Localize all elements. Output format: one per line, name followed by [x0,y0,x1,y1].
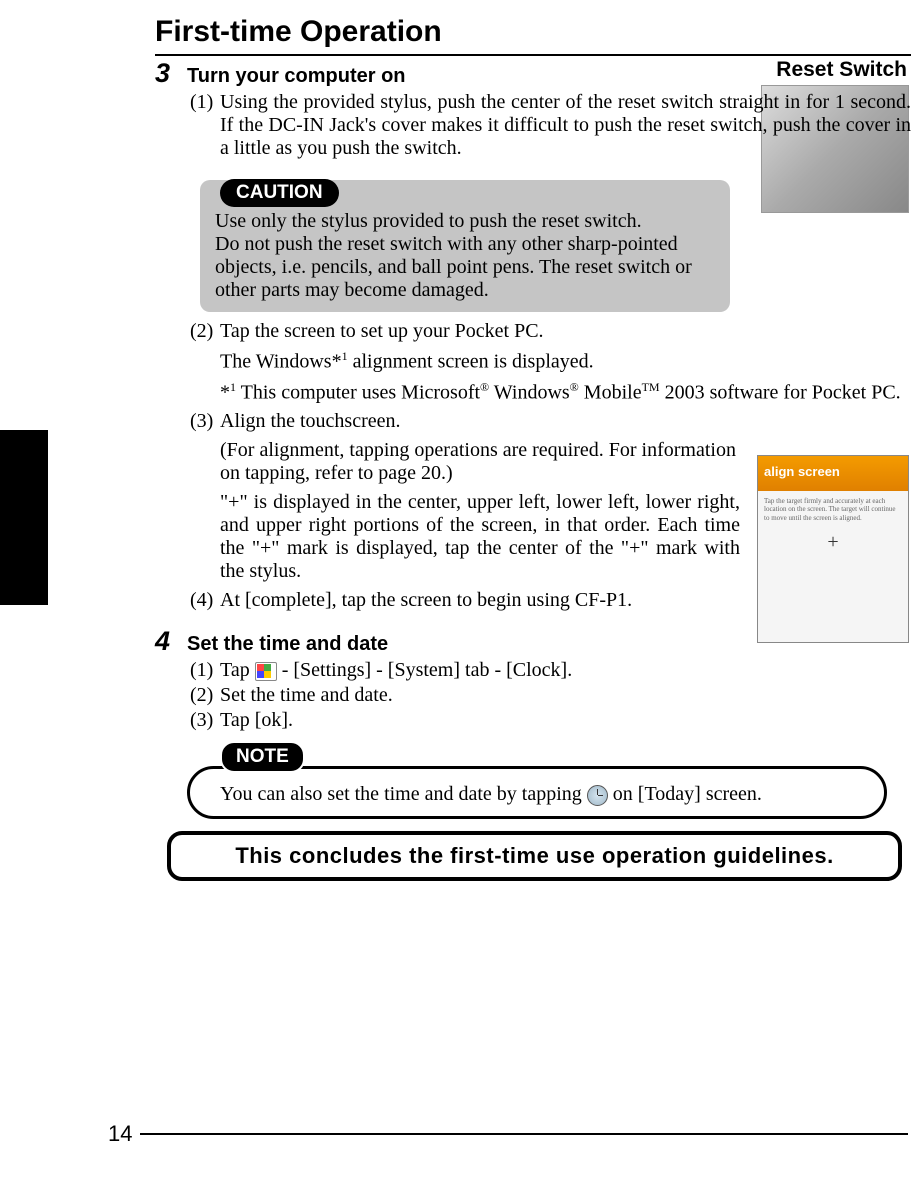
caution-box: CAUTION Use only the stylus provided to … [200,180,730,312]
step3-p1-text: Using the provided stylus, push the cent… [220,91,911,160]
note-text-a: You can also set the time and date by ta… [220,783,587,805]
footer: 14 [108,1121,908,1147]
note-label: NOTE [220,741,305,773]
content: 3 Turn your computer on (1) Using the pr… [155,58,911,881]
step4-p3-num: (3) [190,709,220,732]
step4-p3-text: Tap [ok]. [220,709,911,732]
note-box: NOTE You can also set the time and date … [187,766,887,819]
note-text-b: on [Today] screen. [608,783,762,805]
step3-p2c: *1 This computer uses Microsoft® Windows… [220,380,911,405]
step3-p3b: (For alignment, tapping operations are r… [220,439,740,485]
footer-line [140,1133,908,1135]
caution-label: CAUTION [220,179,339,207]
conclude-box: This concludes the first-time use operat… [167,831,902,881]
step3-number: 3 [155,58,177,89]
clock-icon [587,785,608,806]
step3-p2-num: (2) [190,320,220,343]
step4-p2-text: Set the time and date. [220,684,911,707]
start-icon [255,662,277,681]
page-number: 14 [108,1121,132,1147]
caution-line2: Do not push the reset switch with any ot… [215,233,715,302]
step3-p3-text: Align the touchscreen. [220,410,911,433]
step3-p4-text: At [complete], tap the screen to begin u… [220,589,911,612]
step3-p4-num: (4) [190,589,220,612]
step3-p2b: The Windows*1 alignment screen is displa… [220,349,911,374]
step3-title: Turn your computer on [187,65,406,88]
step3-p3c: "+" is displayed in the center, upper le… [220,491,740,583]
step4-title: Set the time and date [187,633,388,656]
step3-p2-text: Tap the screen to set up your Pocket PC. [220,320,911,343]
step4-p1-text: Tap - [Settings] - [System] tab - [Clock… [220,659,911,682]
page-title: First-time Operation [155,15,911,56]
step3-p3-num: (3) [190,410,220,433]
step4-p1-num: (1) [190,659,220,682]
step4-p2-num: (2) [190,684,220,707]
step3-p1-num: (1) [190,91,220,160]
caution-line1: Use only the stylus provided to push the… [215,210,715,233]
step4-number: 4 [155,626,177,657]
side-tab [0,430,48,605]
